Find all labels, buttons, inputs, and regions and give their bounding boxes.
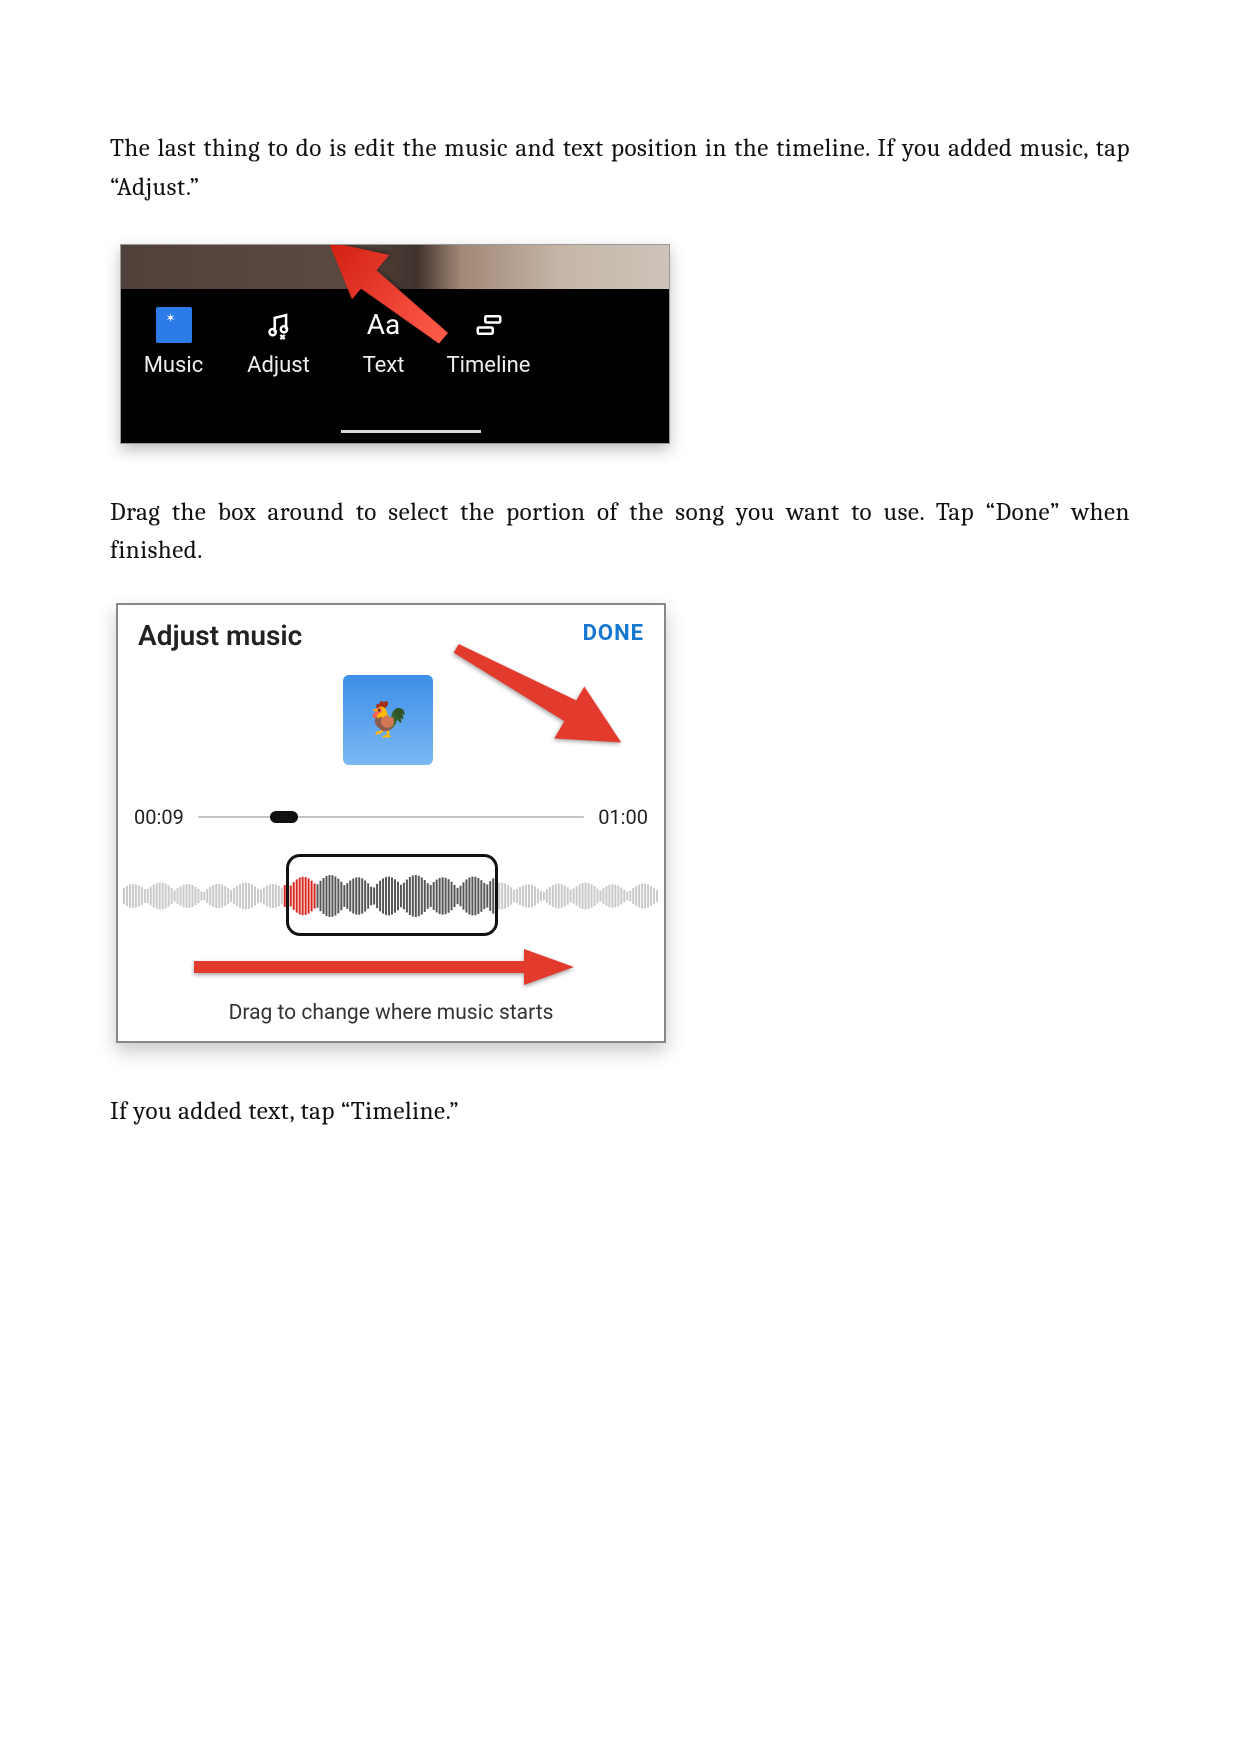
adjust-icon	[259, 305, 299, 345]
waveform[interactable]	[118, 860, 664, 932]
adjust-music-title: Adjust music	[138, 619, 302, 652]
figure-toolbar: Music Adjust Aa Text	[120, 244, 670, 444]
adjust-button[interactable]: Adjust	[226, 305, 331, 443]
adjust-music-caption: Drag to change where music starts	[118, 1001, 664, 1025]
paragraph-1: The last thing to do is edit the music a…	[110, 130, 1130, 208]
music-label: Music	[144, 353, 204, 378]
done-button[interactable]: DONE	[583, 621, 644, 646]
time-current: 00:09	[134, 805, 184, 829]
scrub-track[interactable]	[198, 816, 584, 818]
timeline-label: Timeline	[447, 353, 531, 378]
thumbnail-emoji: 🐓	[367, 700, 409, 740]
annotation-arrow-icon	[194, 947, 574, 987]
paragraph-3: If you added text, tap “Timeline.”	[110, 1093, 1130, 1132]
time-total: 01:00	[598, 805, 648, 829]
song-thumbnail: 🐓	[343, 675, 433, 765]
scrub-playhead[interactable]	[270, 811, 298, 823]
adjust-label: Adjust	[247, 353, 310, 378]
music-thumbnail-icon	[156, 307, 192, 343]
timeline-icon	[469, 305, 509, 345]
music-button[interactable]: Music	[121, 305, 226, 443]
figure-adjust-music: Adjust music DONE 🐓 00:09 01:00	[116, 603, 666, 1043]
active-tab-indicator	[341, 430, 481, 433]
text-label: Text	[363, 353, 405, 378]
paragraph-2: Drag the box around to select the portio…	[110, 494, 1130, 572]
